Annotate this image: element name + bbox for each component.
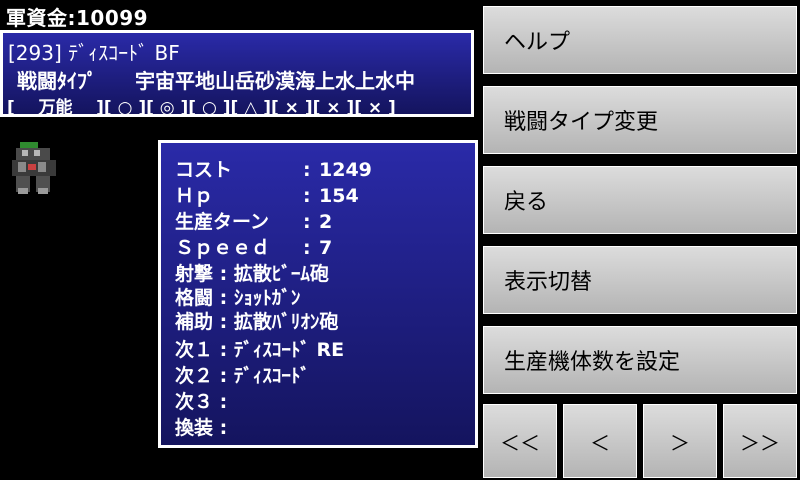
toggle-view-button[interactable]: 表示切替	[483, 246, 797, 314]
next-label: 次２	[175, 365, 214, 387]
stat-row-speed: Ｓｐｅｅｄ:7	[175, 233, 332, 260]
weapon-row-melee: 格闘 : ｼｮｯﾄｶﾞﾝ	[175, 287, 301, 309]
stat-label: コスト	[175, 159, 233, 181]
stat-value: 7	[319, 237, 333, 259]
terrain-ratings: [ 万能 ][ ○ ][ ◎ ][ ○ ][ △ ][ × ][ × ][ × …	[7, 98, 396, 118]
stat-value: 154	[319, 185, 359, 207]
stat-value: 2	[319, 211, 333, 233]
weapon-value: 拡散ﾊﾞﾘｵﾝ砲	[233, 311, 339, 333]
stat-row-hp: Ｈｐ:154	[175, 181, 359, 208]
weapon-row-support: 補助 : 拡散ﾊﾞﾘｵﾝ砲	[175, 311, 339, 333]
next-value: ﾃﾞｨｽｺｰﾄﾞ	[233, 365, 310, 387]
next-button[interactable]: ＞	[643, 404, 717, 478]
next-row-1: 次１ : ﾃﾞｨｽｺｰﾄﾞ RE	[175, 339, 345, 361]
stat-label: Ｈｐ	[175, 185, 214, 207]
unit-sprite	[12, 142, 56, 194]
terrain-list: 宇宙平地山岳砂漠海上水上水中	[135, 69, 415, 93]
weapon-label: 格闘	[175, 287, 214, 309]
stat-row-production-turns: 生産ターン:2	[175, 207, 332, 234]
first-page-button[interactable]: ＜＜	[483, 404, 557, 478]
prev-button[interactable]: ＜	[563, 404, 637, 478]
set-production-count-button[interactable]: 生産機体数を設定	[483, 326, 797, 394]
funds-display: 軍資金:10099	[6, 6, 149, 30]
weapon-value: ｼｮｯﾄｶﾞﾝ	[233, 287, 301, 309]
stat-row-cost: コスト:1249	[175, 155, 372, 182]
weapon-value: 拡散ﾋﾞｰﾑ砲	[233, 263, 329, 285]
unit-name: [293] ﾃﾞｨｽｺｰﾄﾞ BF	[8, 41, 180, 65]
terrain-header: 戦闘ﾀｲﾌﾟ 宇宙平地山岳砂漠海上水上水中	[17, 65, 415, 94]
equip-change-row: 換装 :	[175, 417, 228, 439]
equip-label: 換装	[175, 417, 214, 439]
stat-label: 生産ターン	[175, 211, 270, 233]
back-button[interactable]: 戻る	[483, 166, 797, 234]
weapon-row-shooting: 射撃 : 拡散ﾋﾞｰﾑ砲	[175, 263, 329, 285]
weapon-label: 射撃	[175, 263, 214, 285]
stats-panel: コスト:1249 Ｈｐ:154 生産ターン:2 Ｓｐｅｅｄ:7 射撃 : 拡散ﾋ…	[158, 140, 478, 448]
next-row-2: 次２ : ﾃﾞｨｽｺｰﾄﾞ	[175, 365, 310, 387]
unit-info-panel: [293] ﾃﾞｨｽｺｰﾄﾞ BF 戦闘ﾀｲﾌﾟ 宇宙平地山岳砂漠海上水上水中 […	[0, 30, 474, 118]
stat-label: Ｓｐｅｅｄ	[175, 237, 271, 259]
help-button[interactable]: ヘルプ	[483, 6, 797, 74]
change-battle-type-button[interactable]: 戦闘タイプ変更	[483, 86, 797, 154]
stat-value: 1249	[319, 159, 372, 181]
weapon-label: 補助	[175, 311, 214, 333]
next-value: ﾃﾞｨｽｺｰﾄﾞ RE	[233, 339, 345, 361]
last-page-button[interactable]: ＞＞	[723, 404, 797, 478]
battle-type-label: 戦闘ﾀｲﾌﾟ	[17, 69, 97, 93]
next-label: 次１	[175, 339, 214, 361]
next-label: 次３	[175, 391, 214, 413]
next-row-3: 次３ :	[175, 391, 228, 413]
